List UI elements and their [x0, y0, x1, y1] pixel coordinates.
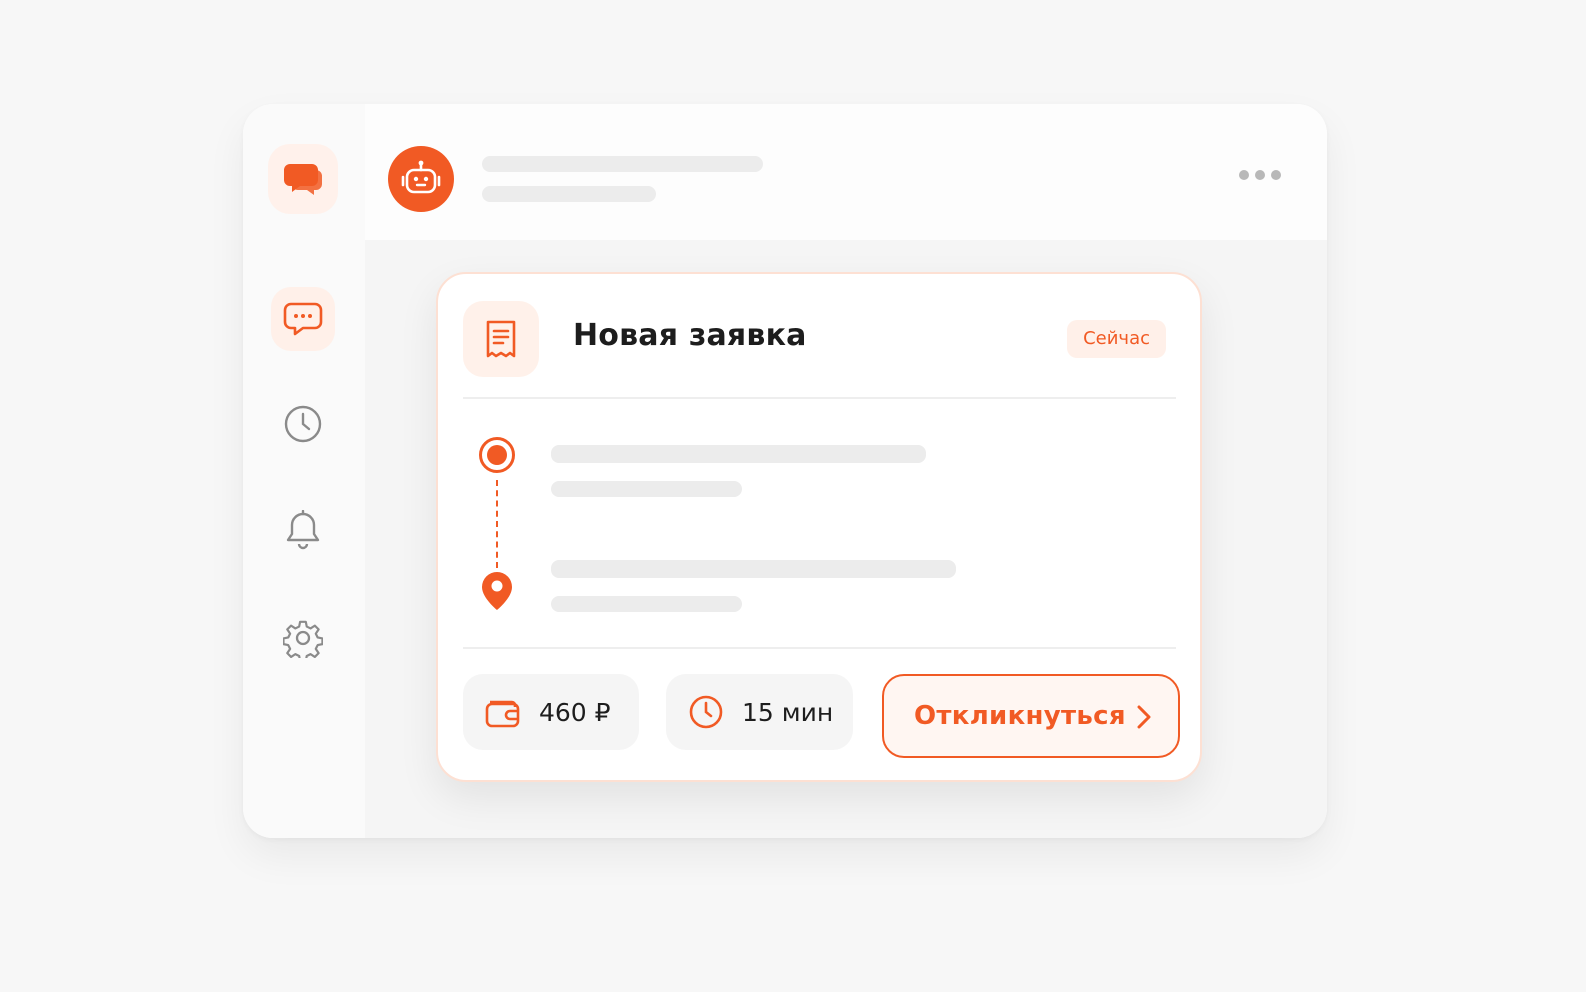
header-title-placeholder: [482, 156, 763, 172]
map-pin-icon: [482, 572, 512, 610]
duration-value: 15 мин: [742, 697, 834, 727]
chevron-right-icon: [1137, 705, 1151, 729]
chat-dots-icon: [283, 302, 323, 336]
more-dots-icon[interactable]: [1239, 170, 1281, 180]
new-request-card: Новая заявка Сейчас 460 ₽ 15 мин Откликн…: [436, 272, 1202, 782]
dropoff-address-placeholder: [551, 560, 956, 578]
avatar[interactable]: [388, 146, 454, 212]
sidebar-item-settings[interactable]: [271, 606, 335, 670]
header-subtitle-placeholder: [482, 186, 656, 202]
sidebar-item-history[interactable]: [271, 392, 335, 456]
price-chip: 460 ₽: [463, 674, 639, 750]
respond-button[interactable]: Откликнуться: [882, 674, 1180, 758]
clock-icon: [689, 695, 723, 729]
bell-icon: [286, 510, 320, 550]
duration-chip: 15 мин: [666, 674, 853, 750]
chat-header: [365, 104, 1327, 240]
sidebar: [243, 104, 365, 838]
document-icon-box: [463, 301, 539, 377]
pickup-details-placeholder: [551, 481, 742, 497]
card-title: Новая заявка: [573, 318, 807, 353]
divider: [463, 397, 1176, 399]
sidebar-item-chats[interactable]: [271, 287, 335, 351]
time-badge: Сейчас: [1067, 320, 1166, 358]
route-start-icon: [479, 437, 515, 473]
wallet-icon: [485, 700, 520, 728]
pickup-address-placeholder: [551, 445, 926, 463]
app-logo[interactable]: [268, 144, 338, 214]
sidebar-item-notifications[interactable]: [271, 499, 335, 563]
robot-icon: [401, 160, 441, 194]
divider: [463, 647, 1176, 649]
document-icon: [486, 320, 516, 358]
price-value: 460 ₽: [539, 697, 611, 727]
route-line: [496, 480, 498, 568]
respond-button-label: Откликнуться: [914, 701, 1126, 731]
dropoff-details-placeholder: [551, 596, 742, 612]
gear-icon: [283, 620, 323, 658]
chat-bubbles-icon: [284, 164, 322, 195]
clock-icon: [284, 405, 322, 443]
